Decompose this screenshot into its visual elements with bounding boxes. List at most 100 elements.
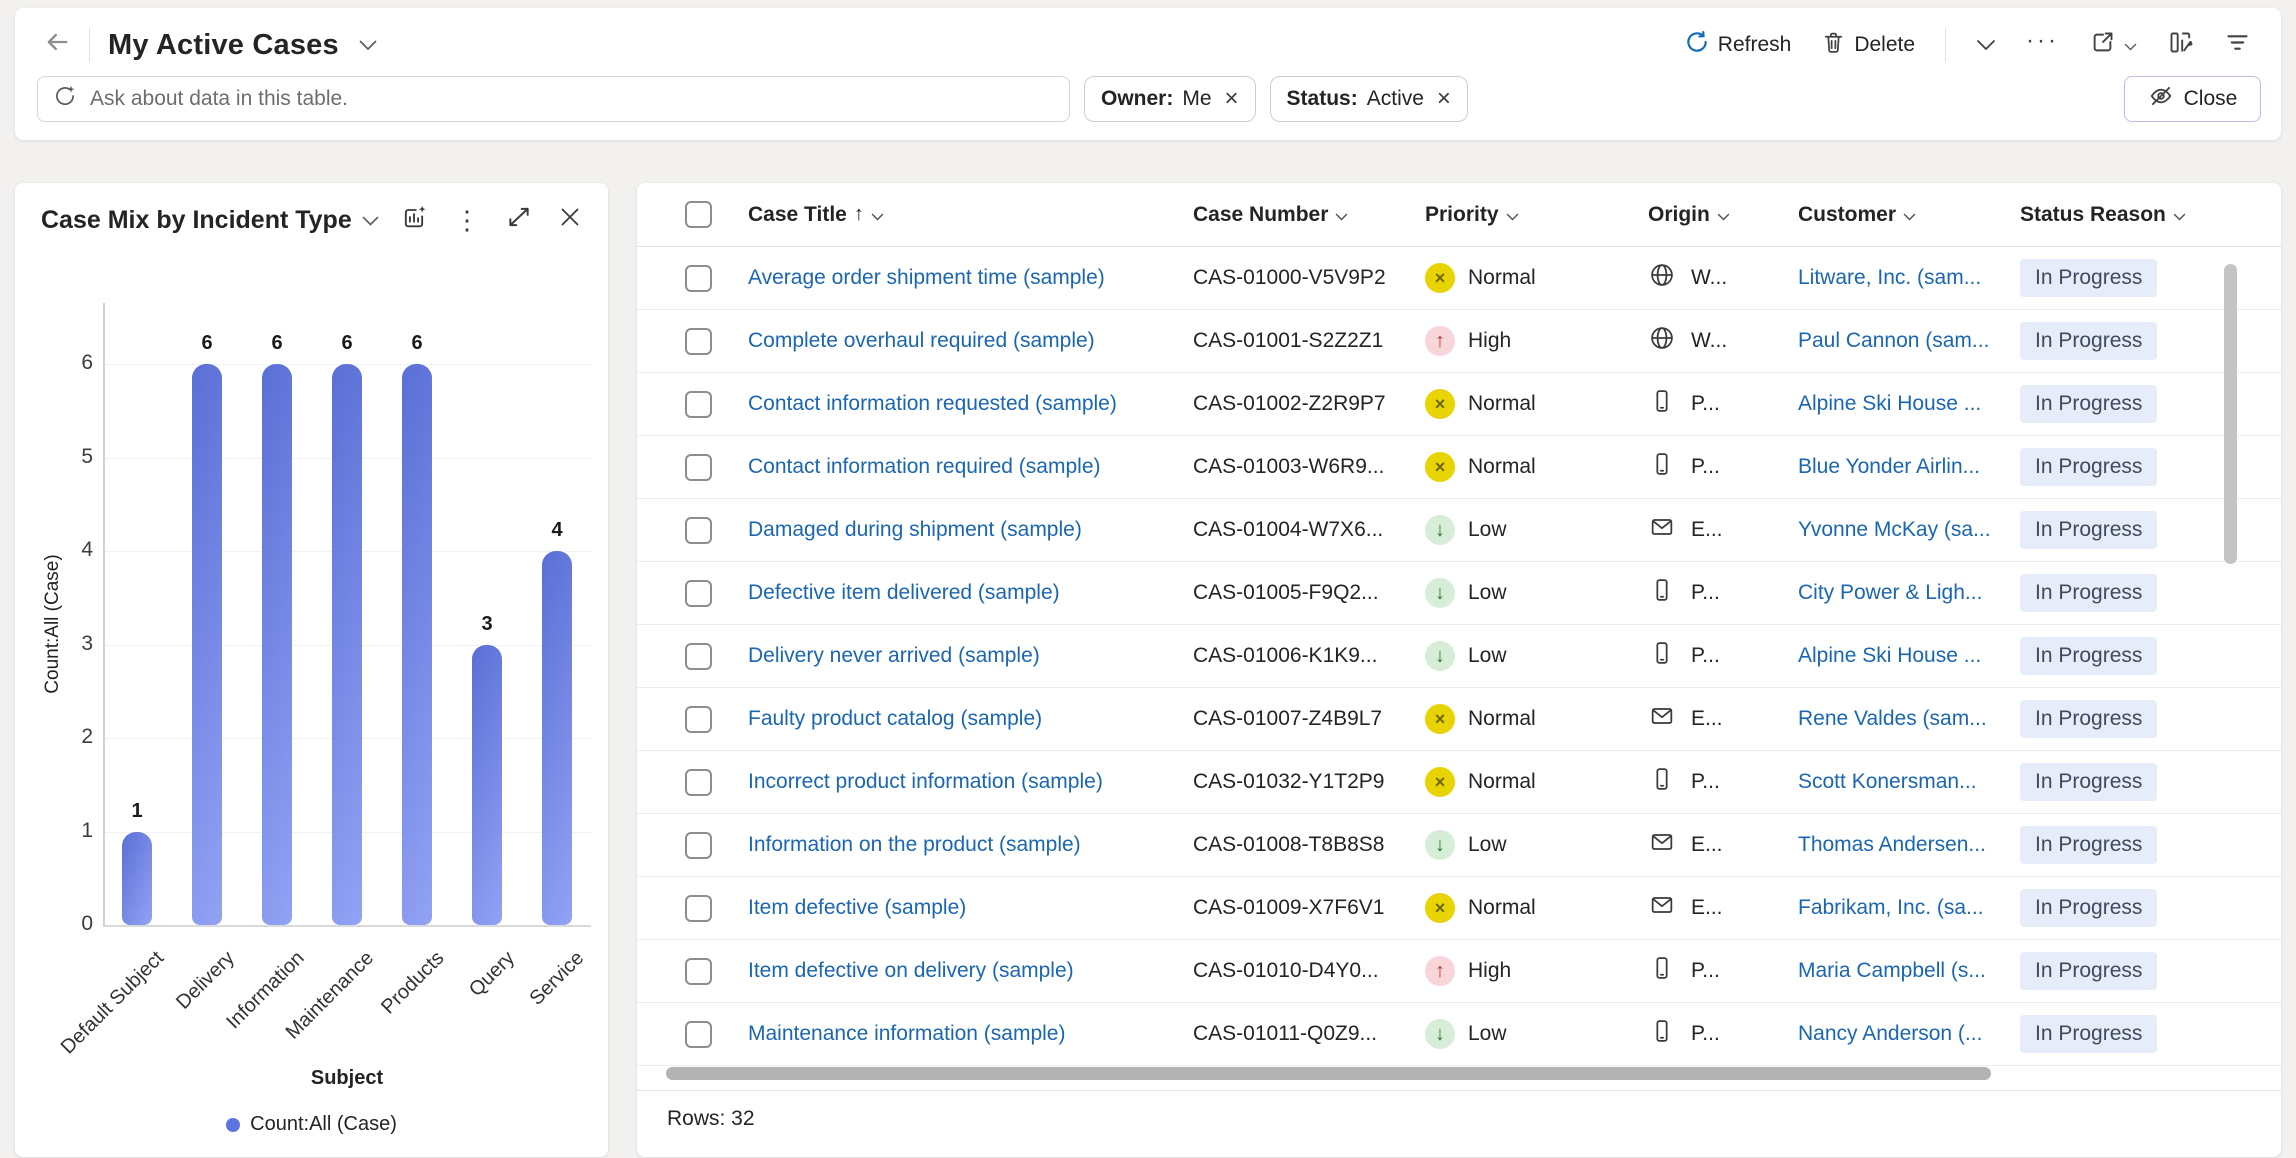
origin-cell: W... bbox=[1648, 324, 1798, 358]
column-header-customer[interactable]: Customer bbox=[1798, 203, 2020, 227]
customer-link[interactable]: Alpine Ski House ... bbox=[1798, 392, 2020, 416]
filter-button[interactable] bbox=[2224, 29, 2251, 62]
customer-link[interactable]: Nancy Anderson (... bbox=[1798, 1022, 2020, 1046]
table-row: Average order shipment time (sample)CAS-… bbox=[637, 247, 2281, 310]
customer-link[interactable]: Litware, Inc. (sam... bbox=[1798, 266, 2020, 290]
chip-label: Owner: bbox=[1101, 87, 1173, 111]
column-header-status[interactable]: Status Reason bbox=[2020, 203, 2281, 227]
remove-filter-icon[interactable]: × bbox=[1437, 87, 1451, 111]
customer-link[interactable]: Alpine Ski House ... bbox=[1798, 644, 2020, 668]
case-title-link[interactable]: Information on the product (sample) bbox=[748, 833, 1193, 857]
phone-icon bbox=[1648, 639, 1676, 673]
chevron-down-icon bbox=[1717, 203, 1730, 227]
horizontal-scrollbar[interactable] bbox=[666, 1067, 1991, 1080]
case-title-link[interactable]: Contact information required (sample) bbox=[748, 455, 1193, 479]
customer-link[interactable]: Fabrikam, Inc. (sa... bbox=[1798, 896, 2020, 920]
row-checkbox[interactable] bbox=[685, 958, 712, 985]
close-chart-button[interactable] bbox=[558, 205, 582, 235]
origin-cell: E... bbox=[1648, 828, 1798, 862]
phone-icon bbox=[1648, 954, 1676, 988]
customer-link[interactable]: Yvonne McKay (sa... bbox=[1798, 518, 2020, 542]
expand-chart-button[interactable] bbox=[506, 204, 532, 236]
row-checkbox[interactable] bbox=[685, 1021, 712, 1048]
row-checkbox[interactable] bbox=[685, 580, 712, 607]
share-button[interactable] bbox=[2089, 29, 2137, 62]
customer-link[interactable]: Thomas Andersen... bbox=[1798, 833, 2020, 857]
column-label: Origin bbox=[1648, 203, 1710, 227]
bar-service[interactable] bbox=[542, 551, 572, 925]
column-header-number[interactable]: Case Number bbox=[1193, 203, 1425, 227]
case-title-link[interactable]: Item defective (sample) bbox=[748, 896, 1193, 920]
bar-query[interactable] bbox=[472, 645, 502, 926]
select-all-checkbox[interactable] bbox=[685, 201, 712, 228]
customer-link[interactable]: Paul Cannon (sam... bbox=[1798, 329, 2020, 353]
customer-link[interactable]: Maria Campbell (s... bbox=[1798, 959, 2020, 983]
case-title-link[interactable]: Incorrect product information (sample) bbox=[748, 770, 1193, 794]
chart-more-options-button[interactable]: ⋮ bbox=[454, 211, 480, 229]
phone-icon bbox=[1648, 576, 1676, 610]
row-checkbox[interactable] bbox=[685, 769, 712, 796]
view-selector-button[interactable] bbox=[359, 33, 377, 57]
row-checkbox[interactable] bbox=[685, 454, 712, 481]
edit-columns-button[interactable] bbox=[2167, 29, 2194, 62]
origin-label: W... bbox=[1691, 329, 1727, 353]
customer-link[interactable]: Rene Valdes (sam... bbox=[1798, 707, 2020, 731]
chart-selector-button[interactable] bbox=[362, 208, 379, 232]
bar-information[interactable] bbox=[262, 364, 292, 925]
bar-delivery[interactable] bbox=[192, 364, 222, 925]
case-title-link[interactable]: Maintenance information (sample) bbox=[748, 1022, 1193, 1046]
email-icon bbox=[1648, 891, 1676, 925]
refresh-button[interactable]: Refresh bbox=[1684, 29, 1792, 61]
priority-normal-icon: × bbox=[1425, 389, 1455, 419]
close-ask-bar-button[interactable]: Close bbox=[2124, 76, 2261, 122]
customer-link[interactable]: Blue Yonder Airlin... bbox=[1798, 455, 2020, 479]
case-title-link[interactable]: Complete overhaul required (sample) bbox=[748, 329, 1193, 353]
origin-cell: W... bbox=[1648, 261, 1798, 295]
case-title-link[interactable]: Defective item delivered (sample) bbox=[748, 581, 1193, 605]
case-title-link[interactable]: Damaged during shipment (sample) bbox=[748, 518, 1193, 542]
priority-cell: ×Normal bbox=[1425, 704, 1648, 734]
row-checkbox[interactable] bbox=[685, 643, 712, 670]
customer-link[interactable]: City Power & Ligh... bbox=[1798, 581, 2020, 605]
case-title-link[interactable]: Contact information requested (sample) bbox=[748, 392, 1193, 416]
filter-chip-owner[interactable]: Owner: Me × bbox=[1084, 76, 1256, 122]
case-title-link[interactable]: Item defective on delivery (sample) bbox=[748, 959, 1193, 983]
copilot-ask-input[interactable]: Ask about data in this table. bbox=[37, 76, 1070, 122]
case-title-link[interactable]: Delivery never arrived (sample) bbox=[748, 644, 1193, 668]
column-header-origin[interactable]: Origin bbox=[1648, 203, 1798, 227]
row-checkbox[interactable] bbox=[685, 706, 712, 733]
priority-label: Low bbox=[1468, 581, 1507, 605]
remove-filter-icon[interactable]: × bbox=[1225, 87, 1239, 111]
bar-default-subject[interactable] bbox=[122, 832, 152, 926]
column-header-priority[interactable]: Priority bbox=[1425, 203, 1648, 227]
visualize-data-button[interactable] bbox=[400, 203, 428, 237]
back-button[interactable] bbox=[43, 28, 71, 62]
customer-link[interactable]: Scott Konersman... bbox=[1798, 770, 2020, 794]
vertical-scrollbar[interactable] bbox=[2224, 264, 2237, 564]
chart-header: Case Mix by Incident Type ⋮ bbox=[15, 183, 608, 237]
row-checkbox[interactable] bbox=[685, 832, 712, 859]
status-badge: In Progress bbox=[2020, 889, 2157, 927]
priority-cell: ×Normal bbox=[1425, 263, 1648, 293]
delete-button[interactable]: Delete bbox=[1821, 30, 1915, 61]
case-title-link[interactable]: Average order shipment time (sample) bbox=[748, 266, 1193, 290]
status-badge: In Progress bbox=[2020, 952, 2157, 990]
more-commands-button[interactable]: ··· bbox=[2026, 29, 2059, 61]
copilot-sparkle-icon bbox=[52, 83, 78, 115]
column-header-title[interactable]: Case Title↑ bbox=[748, 203, 1193, 227]
bar-value-label: 6 bbox=[177, 332, 237, 355]
row-checkbox[interactable] bbox=[685, 265, 712, 292]
filter-chip-status[interactable]: Status: Active × bbox=[1270, 76, 1468, 122]
row-checkbox[interactable] bbox=[685, 391, 712, 418]
row-checkbox[interactable] bbox=[685, 517, 712, 544]
legend-label: Count:All (Case) bbox=[250, 1113, 397, 1136]
origin-label: P... bbox=[1691, 581, 1720, 605]
bar-maintenance[interactable] bbox=[332, 364, 362, 925]
case-title-link[interactable]: Faulty product catalog (sample) bbox=[748, 707, 1193, 731]
bar-products[interactable] bbox=[402, 364, 432, 925]
priority-label: Normal bbox=[1468, 392, 1536, 416]
commands-chevron-button[interactable] bbox=[1976, 33, 1996, 57]
row-checkbox[interactable] bbox=[685, 328, 712, 355]
y-axis-title: Count:All (Case) bbox=[42, 524, 64, 724]
row-checkbox[interactable] bbox=[685, 895, 712, 922]
